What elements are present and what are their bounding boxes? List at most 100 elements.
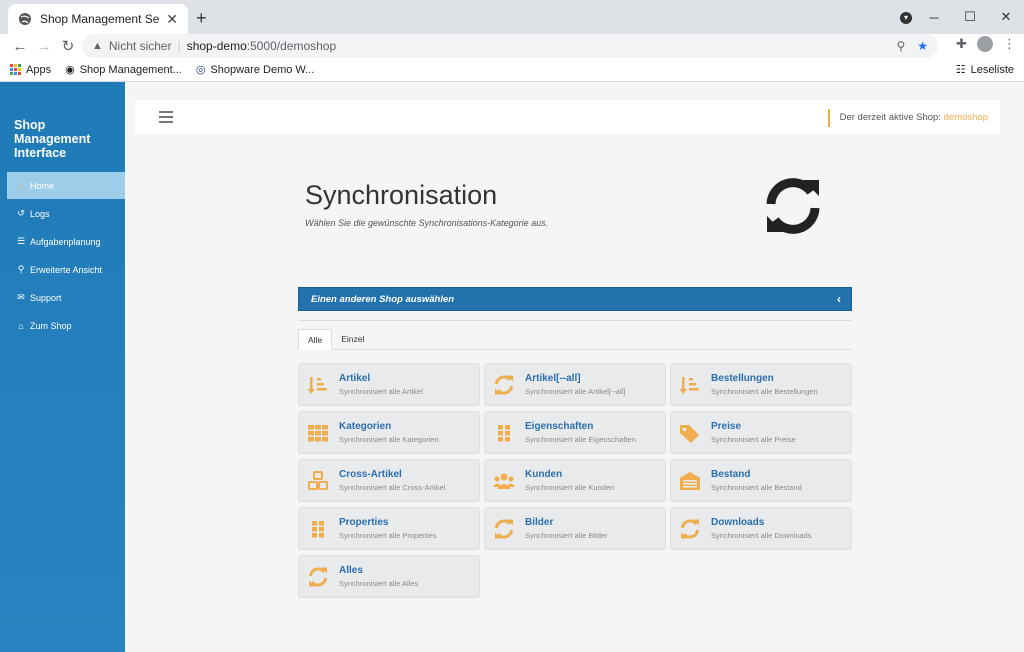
url-host: shop-demo — [186, 39, 247, 53]
bookmark-label: Apps — [26, 63, 52, 76]
minimize-button[interactable]: ─ — [916, 10, 952, 25]
sync-card-bestellungen[interactable]: Bestellungen Synchronisiert alle Bestellu… — [670, 363, 852, 406]
sync-card-cross-artikel[interactable]: Cross-Artikel Synchronisiert alle Cross-A… — [298, 459, 480, 502]
sync-card-artikel-all[interactable]: Artikel[--all] Synchronisiert alle Artike… — [484, 363, 666, 406]
security-label: Nicht sicher — [108, 39, 172, 53]
browser-tabbar: Shop Management Service - new ✕ + ▾ ─ ☐ … — [0, 0, 1024, 34]
card-title: Eigenschaften — [525, 421, 594, 432]
page-subtitle: Wählen Sie die gewünschte Synchronisatio… — [305, 218, 549, 228]
card-text: Kunden Synchronisiert alle Kunden — [525, 469, 614, 492]
url-path: :5000/demoshop — [246, 39, 337, 53]
reading-list-button[interactable]: ☷ Leseliste — [955, 63, 1014, 77]
bookmark-label: Shop Management... — [79, 63, 182, 76]
bookmark-label: Shopware Demo W... — [210, 63, 315, 76]
sidebar-item-aufgabenplanung[interactable]: ☰ Aufgabenplanung — [0, 228, 125, 255]
warning-icon: ▲ — [92, 40, 103, 52]
hamburger-menu-icon[interactable] — [159, 111, 173, 126]
tab-alle[interactable]: Alle — [298, 329, 333, 350]
brand-line: Shop — [14, 118, 46, 132]
brand-line: Interface — [14, 146, 67, 160]
sync-card-downloads[interactable]: Downloads Synchronisiert alle Downloads — [670, 507, 852, 550]
brand-line: Management — [14, 132, 91, 146]
sync-card-kategorien[interactable]: Kategorien Synchronisiert alle Kategorien — [298, 411, 480, 454]
bookmark-shop-management[interactable]: ◉ Shop Management... — [65, 63, 182, 77]
browser-tab[interactable]: Shop Management Service - new ✕ — [8, 4, 188, 34]
card-title: Bilder — [525, 517, 554, 528]
sidebar-item-home[interactable]: ⌂ Home — [7, 172, 125, 199]
bookmark-shopware-demo[interactable]: ◎ Shopware Demo W... — [195, 63, 315, 77]
card-text: Kategorien Synchronisiert alle Kategorien — [339, 421, 439, 444]
sidebar-item-support[interactable]: ✉ Support — [0, 284, 125, 311]
card-title: Properties — [339, 517, 389, 528]
card-subtitle: Synchronisiert alle Artikel[--all] — [525, 387, 626, 396]
reading-list-label: Leseliste — [970, 63, 1014, 76]
profile-avatar[interactable] — [977, 36, 993, 52]
card-title: Artikel — [339, 373, 371, 384]
sidebar: Shop Management Interface ⌂ Home ↺ Logs … — [0, 82, 125, 652]
sync-icon — [679, 518, 701, 540]
card-subtitle: Synchronisiert alle Eigenschaften — [525, 435, 636, 444]
card-subtitle: Synchronisiert alle Downloads — [711, 531, 812, 540]
warehouse-icon — [679, 470, 701, 492]
sync-category-grid: Artikel Synchronisiert alle Artikel Artike… — [298, 363, 852, 598]
maximize-button[interactable]: ☐ — [952, 9, 988, 25]
binoculars-icon: ⚲ — [17, 264, 25, 274]
sync-icon — [766, 178, 820, 234]
card-subtitle: Synchronisiert alle Artikel — [339, 387, 423, 396]
card-text: Preise Synchronisiert alle Preise — [711, 421, 796, 444]
main-content: Der derzeit aktive Shop: demoshop Synchr… — [125, 82, 1024, 652]
bookmark-apps[interactable]: Apps — [10, 64, 51, 76]
url-input[interactable]: ▲ Nicht sicher | shop-demo:5000/demoshop… — [82, 34, 938, 58]
sync-card-bilder[interactable]: Bilder Synchronisiert alle Bilder — [484, 507, 666, 550]
tab-search-icon[interactable]: ▾ — [900, 12, 912, 24]
card-title: Kunden — [525, 469, 563, 480]
card-text: Cross-Artikel Synchronisiert alle Cross-A… — [339, 469, 445, 492]
new-tab-button[interactable]: + — [196, 8, 207, 29]
active-shop-indicator: Der derzeit aktive Shop: demoshop — [827, 109, 1000, 127]
card-text: Eigenschaften Synchronisiert alle Eigensc… — [525, 421, 636, 444]
grid-small-icon — [307, 518, 329, 540]
sidebar-item-logs[interactable]: ↺ Logs — [0, 200, 125, 227]
card-title: Alles — [339, 565, 363, 576]
sidebar-item-zum-shop[interactable]: ⌂ Zum Shop — [0, 312, 125, 339]
envelope-icon: ✉ — [17, 292, 25, 302]
cubes-icon — [307, 470, 329, 492]
select-shop-label: Einen anderen Shop auswählen — [311, 293, 455, 305]
forward-arrow-icon[interactable]: → — [32, 38, 56, 55]
card-title: Preise — [711, 421, 742, 432]
select-shop-panel[interactable]: Einen anderen Shop auswählen ‹ — [298, 287, 852, 311]
sidebar-item-label: Zum Shop — [30, 320, 72, 331]
menu-dots-icon[interactable]: ⋮ — [1003, 36, 1016, 52]
tab-close-icon[interactable]: ✕ — [166, 11, 178, 28]
zoom-icon[interactable]: ⚲ — [896, 39, 905, 53]
home-icon: ⌂ — [18, 180, 24, 191]
sync-card-eigenschaften[interactable]: Eigenschaften Synchronisiert alle Eigensc… — [484, 411, 666, 454]
bookmark-star-icon[interactable]: ★ — [917, 39, 928, 53]
back-arrow-icon[interactable]: ← — [8, 38, 32, 55]
sync-card-bestand[interactable]: Bestand Synchronisiert alle Bestand — [670, 459, 852, 502]
card-subtitle: Synchronisiert alle Kategorien — [339, 435, 439, 444]
divider — [298, 320, 852, 321]
sidebar-item-erweiterte-ansicht[interactable]: ⚲ Erweiterte Ansicht — [0, 256, 125, 283]
sync-icon — [493, 518, 515, 540]
sync-card-alles[interactable]: Alles Synchronisiert alle Alles — [298, 555, 480, 598]
shopware-icon: ◎ — [195, 64, 206, 76]
close-window-button[interactable]: ✕ — [988, 9, 1024, 25]
sort-icon — [307, 374, 329, 396]
apps-grid-icon — [10, 64, 21, 75]
chevron-left-icon[interactable]: ‹ — [837, 292, 841, 306]
sync-card-artikel[interactable]: Artikel Synchronisiert alle Artikel — [298, 363, 480, 406]
omnibox-separator: | — [177, 39, 181, 53]
sidebar-item-label: Logs — [30, 208, 50, 219]
reload-icon[interactable]: ↻ — [56, 37, 80, 55]
sync-card-properties[interactable]: Properties Synchronisiert alle Properties — [298, 507, 480, 550]
bookmarks-bar: Apps ◉ Shop Management... ◎ Shopware Dem… — [0, 58, 1024, 82]
globe-icon: ◉ — [65, 64, 75, 76]
tab-einzel[interactable]: Einzel — [332, 329, 373, 350]
extensions-icon[interactable]: ✚ — [956, 36, 967, 52]
history-icon: ↺ — [17, 208, 25, 218]
active-shop-label: Der derzeit aktive Shop: — [839, 112, 941, 123]
reading-list-icon: ☷ — [955, 64, 966, 76]
sync-card-kunden[interactable]: Kunden Synchronisiert alle Kunden — [484, 459, 666, 502]
sync-card-preise[interactable]: Preise Synchronisiert alle Preise — [670, 411, 852, 454]
